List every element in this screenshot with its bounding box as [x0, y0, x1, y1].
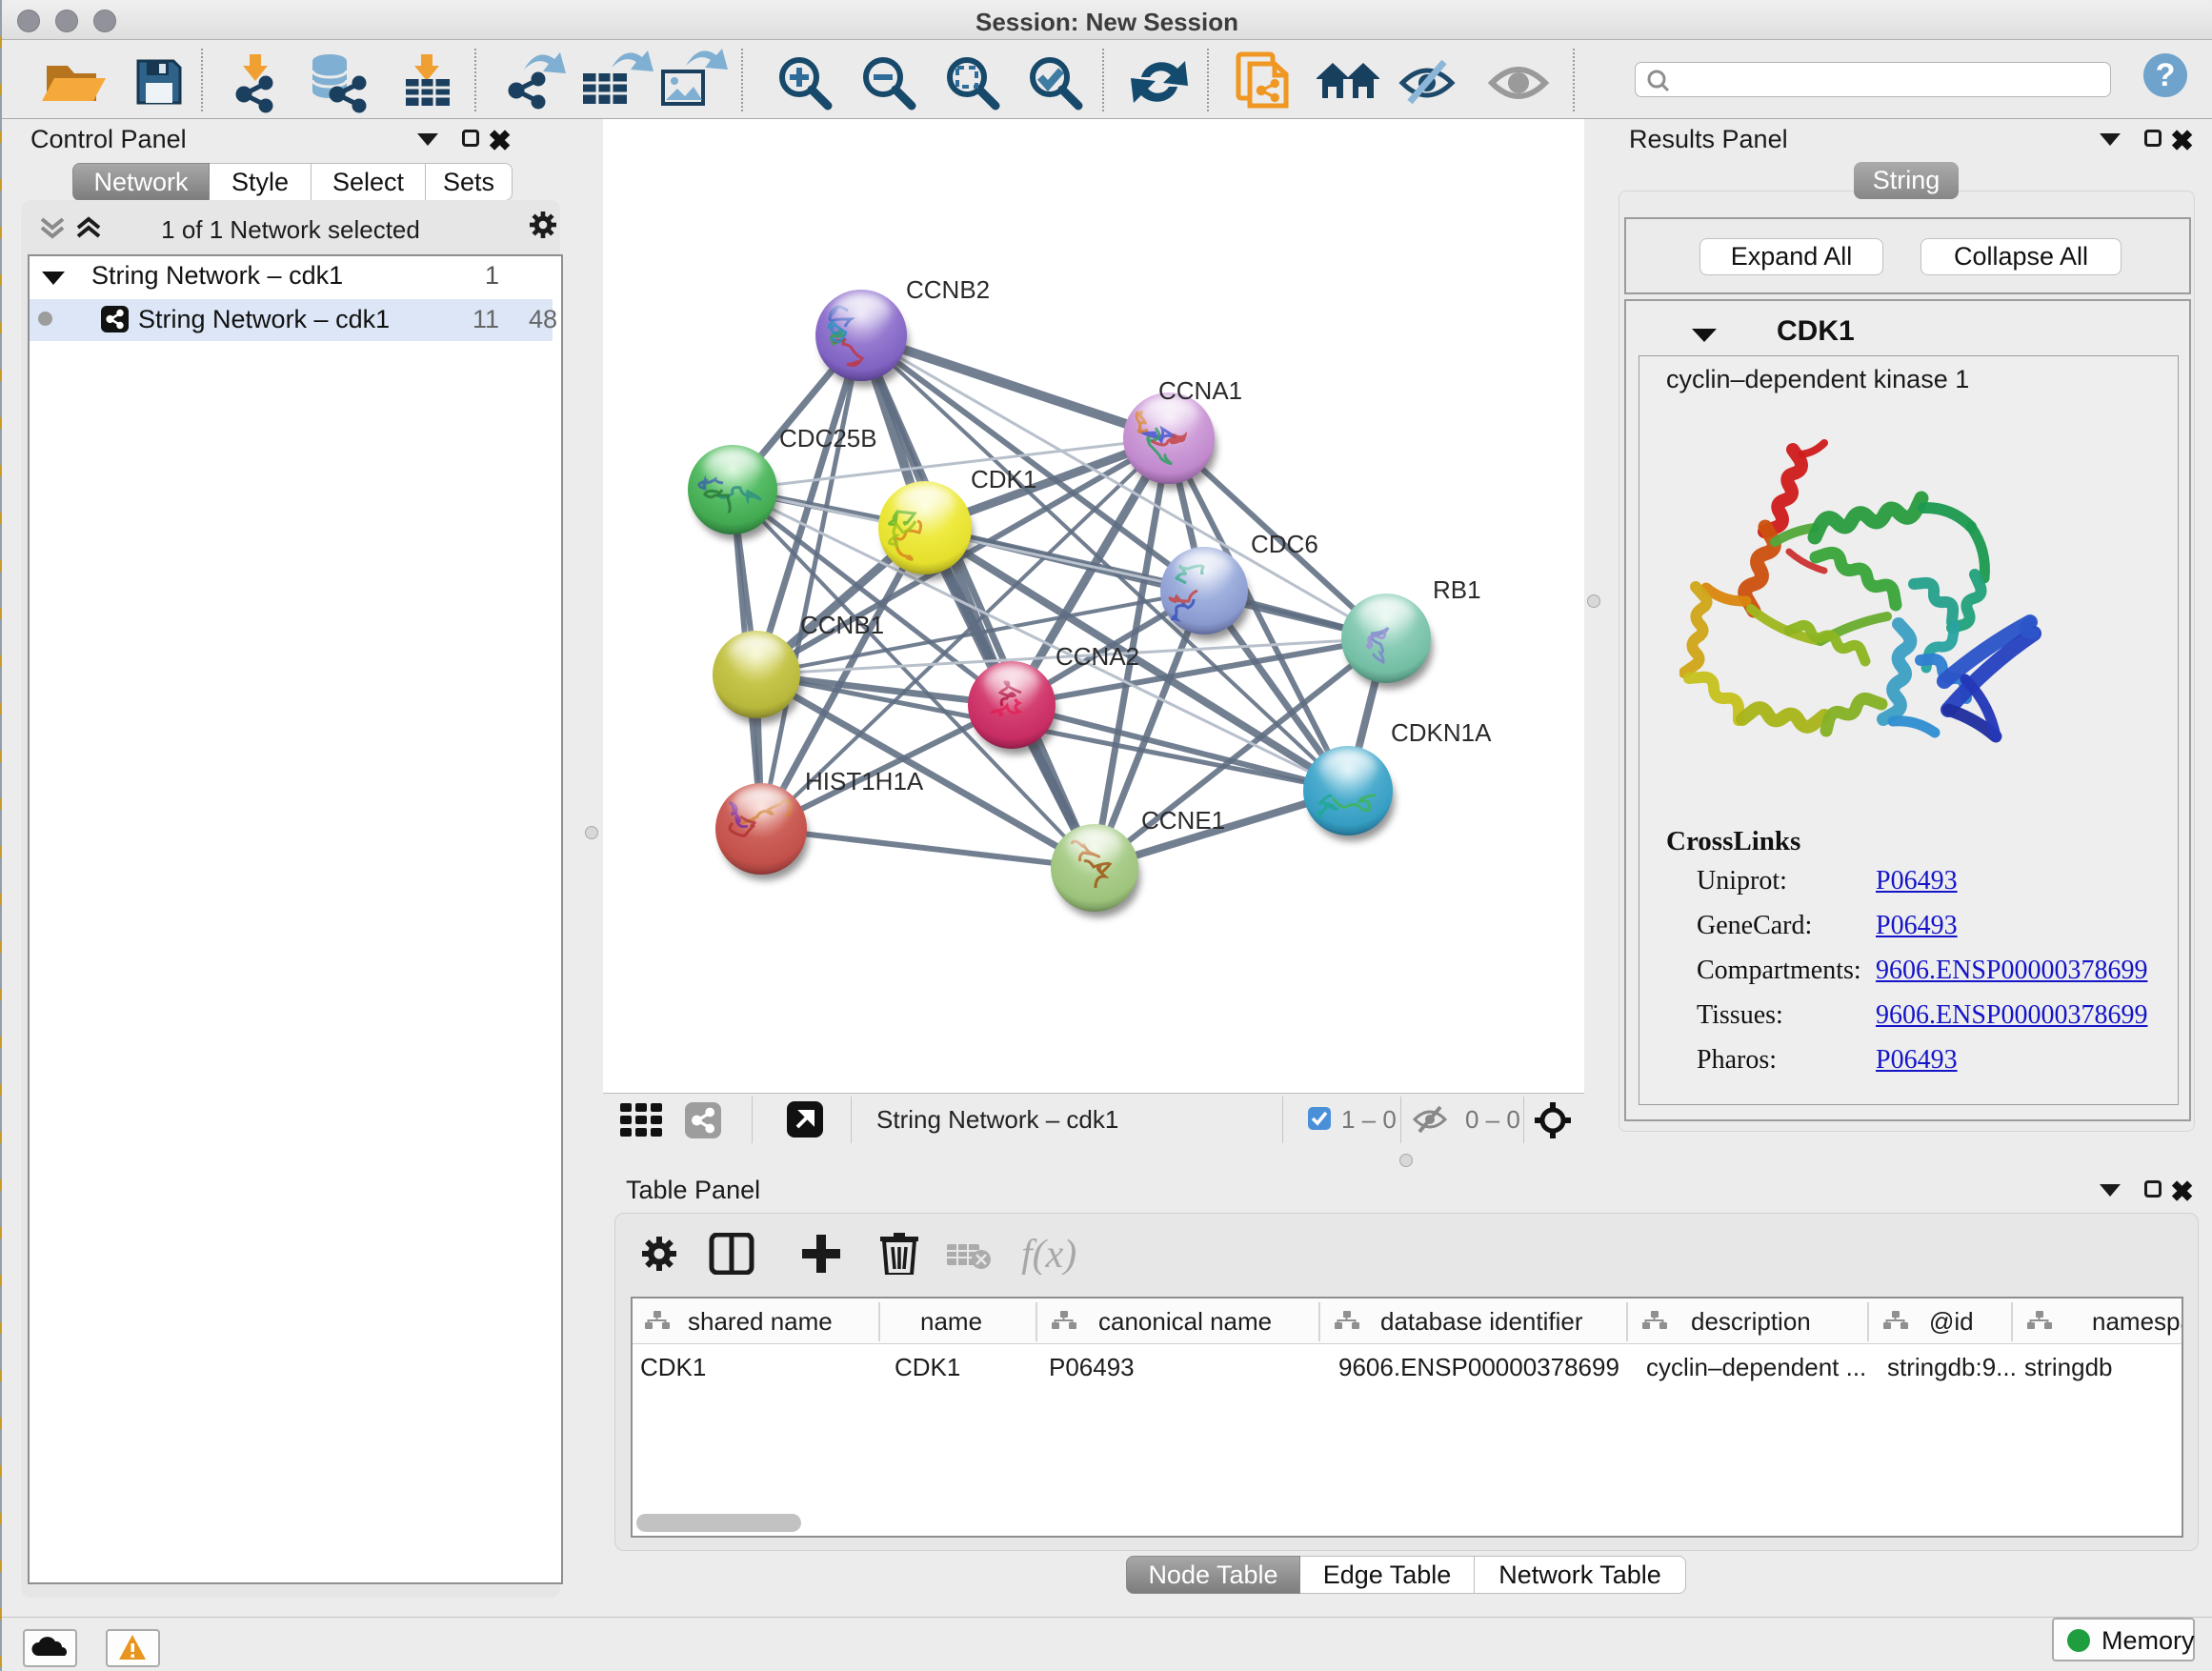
- svg-text:9606.ENSP00000378699: 9606.ENSP00000378699: [1338, 1353, 1619, 1381]
- svg-text:cyclin–dependent ...: cyclin–dependent ...: [1646, 1353, 1866, 1381]
- svg-text:CDKN1A: CDKN1A: [1391, 718, 1492, 747]
- svg-text:CDK1: CDK1: [640, 1353, 706, 1381]
- svg-text:RB1: RB1: [1433, 575, 1481, 604]
- svg-text:database identifier: database identifier: [1380, 1307, 1583, 1336]
- svg-text:P06493: P06493: [1049, 1353, 1135, 1381]
- svg-text:HIST1H1A: HIST1H1A: [805, 767, 924, 795]
- svg-text:f(x): f(x): [1021, 1233, 1076, 1275]
- svg-text:@id: @id: [1929, 1307, 1974, 1336]
- svg-text:name: name: [920, 1307, 982, 1336]
- svg-text:CCNE1: CCNE1: [1141, 806, 1225, 835]
- svg-text:CCNA1: CCNA1: [1158, 376, 1242, 405]
- svg-text:CDK1: CDK1: [971, 465, 1036, 493]
- svg-text:CCNB2: CCNB2: [906, 275, 990, 304]
- svg-text:CDC6: CDC6: [1251, 530, 1318, 558]
- svg-text:CDC25B: CDC25B: [779, 424, 877, 453]
- svg-text:canonical name: canonical name: [1098, 1307, 1272, 1336]
- svg-text:shared name: shared name: [688, 1307, 833, 1336]
- svg-text:CDK1: CDK1: [895, 1353, 960, 1381]
- svg-text:description: description: [1691, 1307, 1811, 1336]
- svg-text:CCNA2: CCNA2: [1056, 642, 1139, 671]
- svg-text:CCNB1: CCNB1: [800, 611, 884, 639]
- svg-text:stringdb:9...: stringdb:9...: [1887, 1353, 2017, 1381]
- svg-text:stringdb: stringdb: [2024, 1353, 2113, 1381]
- svg-text:namespac: namespac: [2092, 1307, 2182, 1336]
